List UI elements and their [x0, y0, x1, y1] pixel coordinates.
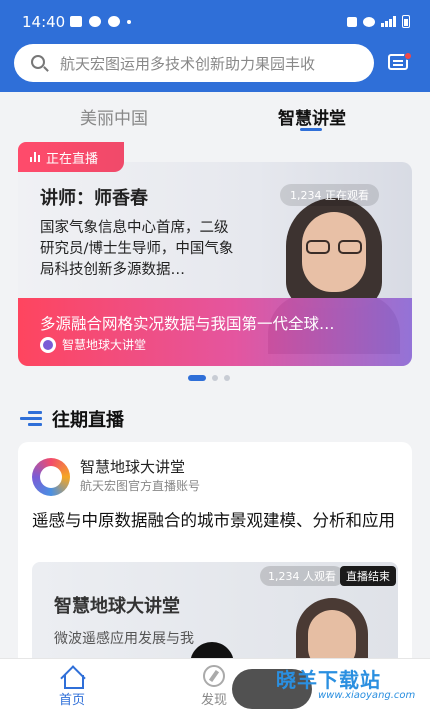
message-button[interactable]	[388, 52, 412, 74]
banner-channel: 智慧地球大讲堂	[40, 336, 146, 353]
banner-channel-name: 智慧地球大讲堂	[62, 338, 147, 352]
live-badge-label: 正在直播	[46, 151, 99, 167]
nav-home-label: 首页	[58, 693, 85, 708]
live-badge: 正在直播	[18, 142, 124, 172]
home-icon	[60, 665, 84, 689]
nav-home[interactable]: 首页	[42, 665, 102, 708]
carousel-dot[interactable]	[224, 375, 230, 381]
lecturer-bio: 国家气象信息中心首席，二级研究员/博士生导师，中国气象局科技创新多源数据…	[40, 220, 234, 278]
unread-dot	[404, 52, 412, 60]
compass-icon	[203, 665, 225, 687]
thumbnail-title: 智慧地球大讲堂	[54, 596, 180, 617]
sync-icon	[108, 16, 120, 27]
section-header: 往期直播	[20, 406, 124, 432]
account-avatar[interactable]	[32, 458, 70, 496]
tab-smart-lecture[interactable]: 智慧讲堂	[278, 104, 346, 129]
list-icon	[20, 411, 42, 427]
carousel-dot[interactable]	[212, 375, 218, 381]
status-notification-icons	[70, 16, 131, 27]
status-time: 14:40	[22, 13, 66, 31]
live-banner[interactable]: 讲师：师香春 国家气象信息中心首席，二级研究员/博士生导师，中国气象局科技创新多…	[18, 162, 412, 366]
viewer-count: 1,234 正在观看	[280, 184, 379, 206]
carousel-dot-active[interactable]	[188, 375, 206, 381]
account-icon	[89, 16, 101, 27]
status-bar: 14:40	[0, 0, 430, 40]
tab-beautiful-china[interactable]: 美丽中国	[80, 104, 148, 129]
search-input[interactable]: 航天宏图运用多技术创新助力果园丰收	[60, 53, 315, 74]
wifi-icon	[363, 16, 375, 27]
thumbnail-viewers: 1,234 人观看	[260, 566, 344, 586]
signal-icon	[381, 16, 396, 27]
banner-title: 多源融合网格实况数据与我国第一代全球…	[40, 315, 335, 333]
watermark-text: 晓羊下载站	[276, 668, 381, 692]
account-subtitle: 航天宏图官方直播账号	[80, 479, 201, 493]
account-name[interactable]: 智慧地球大讲堂	[80, 456, 185, 477]
more-dot-icon	[127, 20, 131, 24]
active-tab-indicator	[300, 128, 322, 131]
carousel-dots	[188, 375, 230, 381]
category-tabs: 美丽中国 智慧讲堂	[0, 92, 430, 138]
card-title[interactable]: 遥感与中原数据融合的城市景观建模、分析和应用	[32, 508, 404, 533]
live-ended-badge: 直播结束	[340, 566, 396, 586]
lecturer-name: 讲师：师香春	[40, 188, 148, 209]
image-icon	[70, 16, 82, 27]
mute-icon	[347, 16, 357, 27]
battery-icon	[402, 15, 410, 28]
section-title: 往期直播	[52, 410, 124, 431]
live-bars-icon	[30, 152, 40, 162]
search-icon	[31, 55, 45, 69]
status-system-icons	[347, 15, 410, 28]
channel-logo-icon	[40, 336, 56, 353]
past-live-card[interactable]: 智慧地球大讲堂 航天宏图官方直播账号 遥感与中原数据融合的城市景观建模、分析和应…	[18, 442, 412, 682]
search-bar[interactable]: 航天宏图运用多技术创新助力果园丰收	[14, 44, 374, 82]
watermark-url: www.xiaoyang.com	[318, 690, 416, 701]
watermark: 晓羊下载站	[276, 664, 381, 693]
thumbnail-subtitle: 微波遥感应用发展与我	[54, 631, 194, 647]
app-header: 航天宏图运用多技术创新助力果园丰收	[0, 40, 430, 92]
